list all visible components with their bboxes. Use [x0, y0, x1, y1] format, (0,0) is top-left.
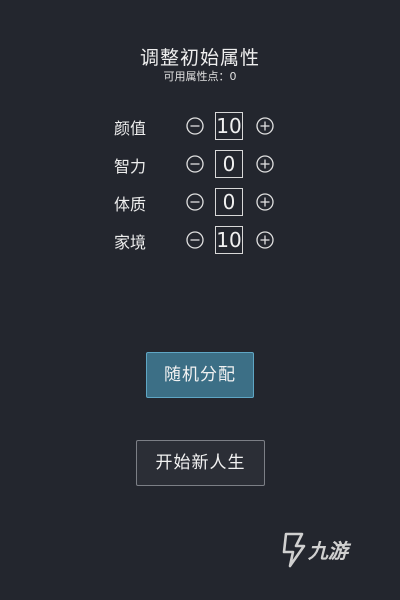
minus-circle-icon: [186, 231, 204, 249]
attribute-label: 颜值: [114, 119, 147, 138]
minus-circle-icon: [186, 193, 204, 211]
decrease-button[interactable]: [186, 231, 204, 249]
attribute-value: 10: [215, 112, 243, 140]
available-points: 可用属性点：0: [0, 68, 400, 84]
attribute-row-intelligence: 智力 0: [0, 150, 400, 180]
random-allocate-button[interactable]: 随机分配: [146, 352, 254, 398]
increase-button[interactable]: [256, 117, 274, 135]
available-points-value: 0: [229, 70, 237, 83]
attribute-row-constitution: 体质 0: [0, 188, 400, 218]
available-points-label: 可用属性点：: [163, 70, 230, 83]
plus-circle-icon: [256, 231, 274, 249]
jiuyou-logo-icon: 九游: [282, 532, 352, 568]
minus-circle-icon: [186, 117, 204, 135]
plus-circle-icon: [256, 193, 274, 211]
game-screen: 调整初始属性 可用属性点：0 颜值 10 智力 0 体质 0 家境 10 随机分…: [0, 0, 400, 600]
page-title: 调整初始属性: [139, 47, 260, 69]
watermark: 九游: [280, 530, 370, 570]
plus-circle-icon: [256, 155, 274, 173]
increase-button[interactable]: [256, 231, 274, 249]
decrease-button[interactable]: [186, 193, 204, 211]
attribute-value: 0: [215, 188, 243, 216]
start-new-life-button[interactable]: 开始新人生: [136, 440, 265, 486]
attribute-label: 体质: [114, 195, 147, 214]
attribute-label: 智力: [114, 157, 147, 176]
attribute-row-appearance: 颜值 10: [0, 112, 400, 142]
decrease-button[interactable]: [186, 155, 204, 173]
increase-button[interactable]: [256, 155, 274, 173]
svg-text:九游: 九游: [307, 539, 352, 563]
attribute-value: 0: [215, 150, 243, 178]
plus-circle-icon: [256, 117, 274, 135]
decrease-button[interactable]: [186, 117, 204, 135]
attribute-label: 家境: [114, 233, 147, 252]
attribute-value: 10: [215, 226, 243, 254]
increase-button[interactable]: [256, 193, 274, 211]
minus-circle-icon: [186, 155, 204, 173]
attribute-row-family: 家境 10: [0, 226, 400, 256]
